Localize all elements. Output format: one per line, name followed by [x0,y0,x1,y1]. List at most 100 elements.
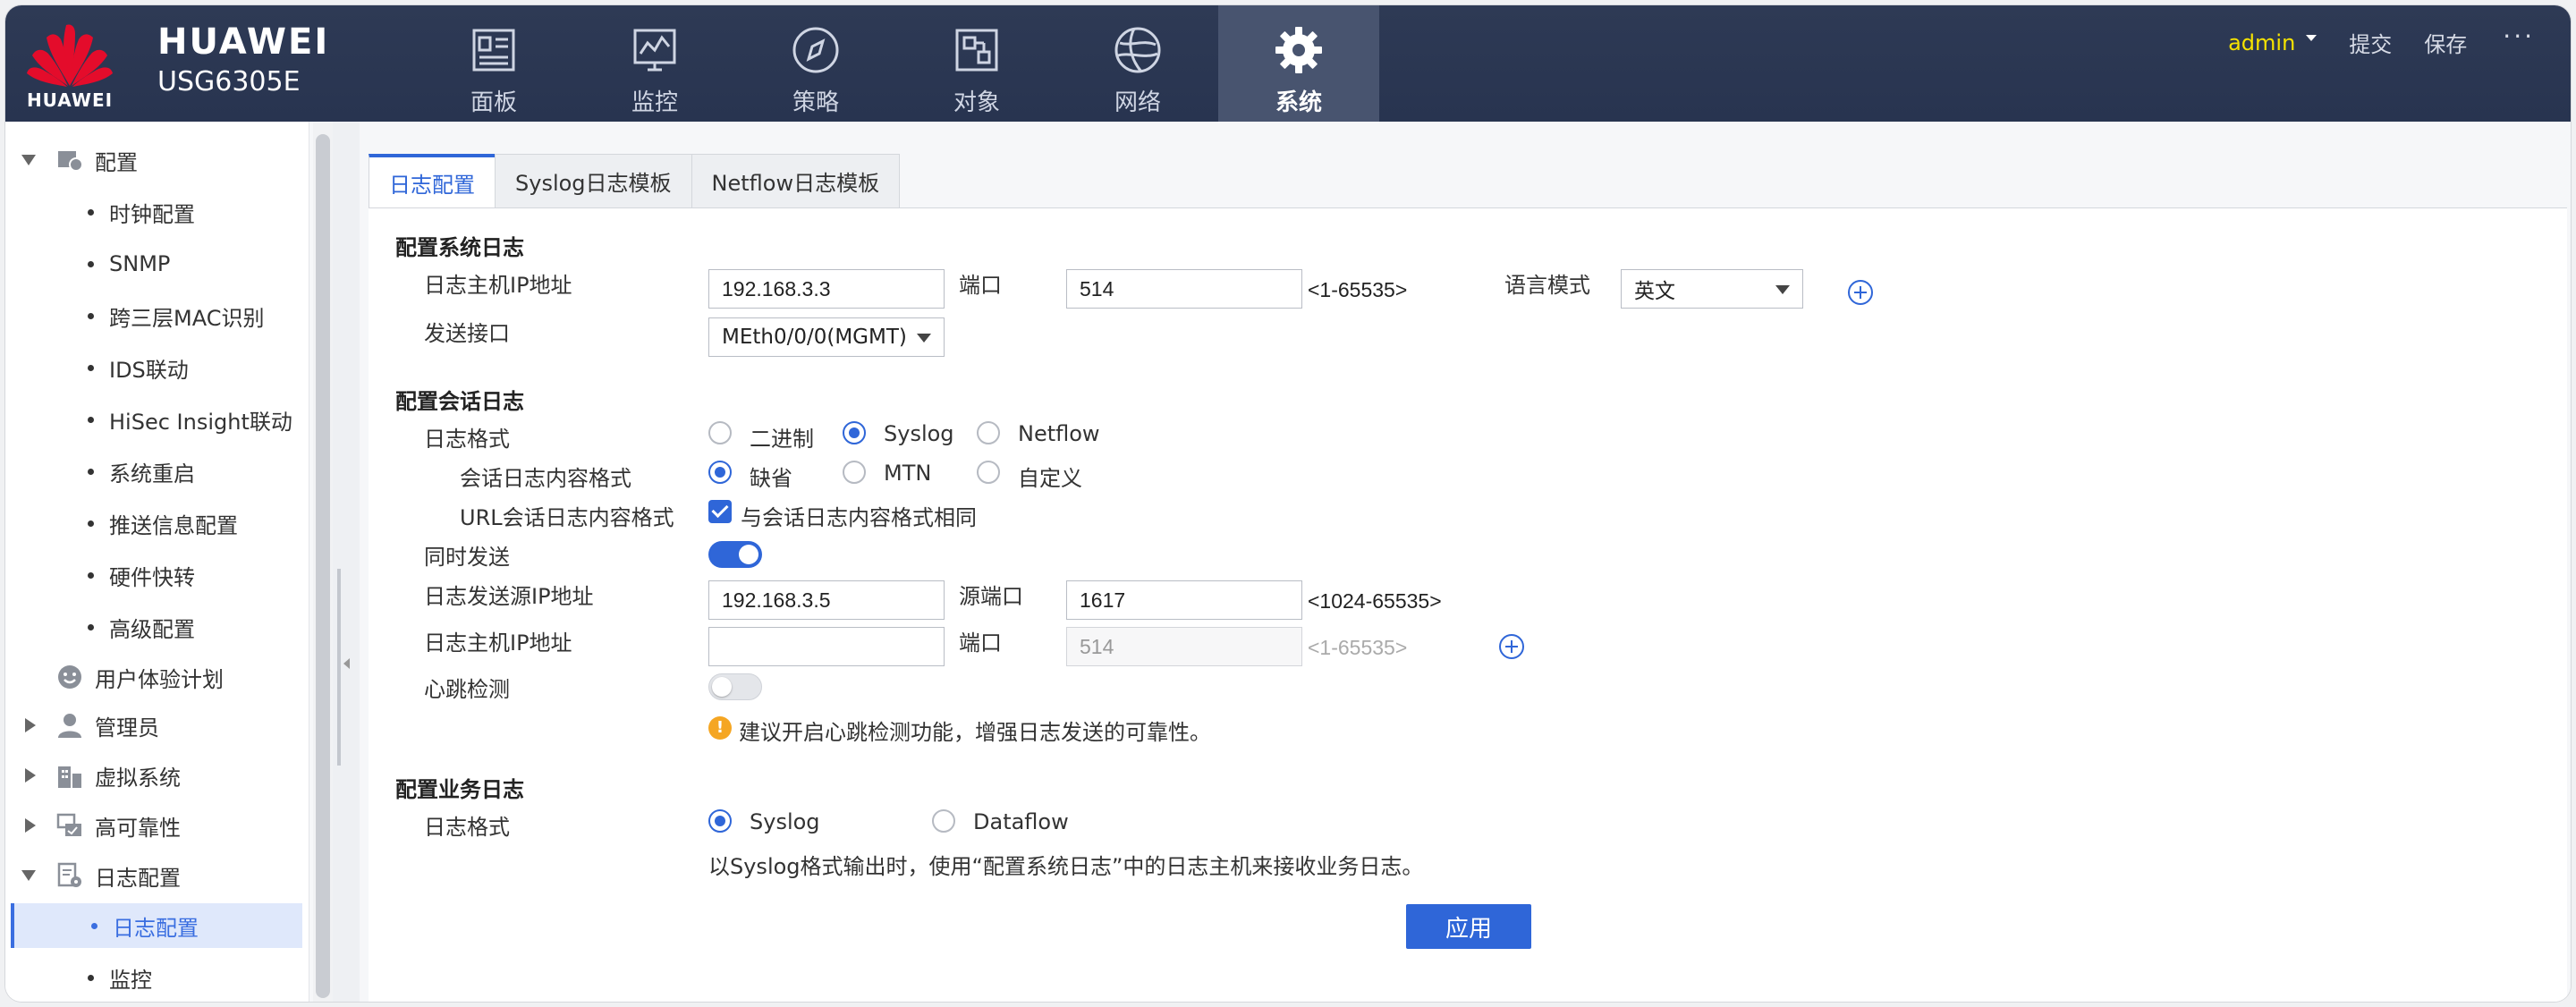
sys-port-label: 端口 [959,273,1002,298]
simul-send-toggle[interactable] [708,541,762,568]
sidebar-scrollbar[interactable] [313,122,333,1002]
bullet [88,623,94,630]
radio-mtn[interactable] [843,461,866,484]
sidebar-splitter[interactable] [333,122,360,1002]
nav-policy[interactable]: 策略 [735,5,896,122]
src-ip-input[interactable]: 192.168.3.5 [708,580,945,620]
submit-link[interactable]: 提交 [2349,27,2392,58]
tree-node-log-config[interactable]: 日志配置 [5,853,301,898]
tab-syslog-template[interactable]: Syslog日志模板 [495,154,692,207]
tree-item-advanced[interactable]: 高级配置 [5,605,301,649]
bullet [88,520,94,527]
expand-right-icon[interactable] [25,818,36,833]
config-icon [58,151,83,172]
session-host-ip-label: 日志主机IP地址 [424,630,572,656]
send-iface-select[interactable]: MEth0/0/0(MGMT) [708,317,945,357]
url-format-label: URL会话日志内容格式 [460,505,674,530]
policy-icon [792,27,839,73]
bullet [88,468,94,475]
expand-right-icon[interactable] [25,768,36,783]
tree-label: 系统重启 [109,461,195,487]
tree-label: 虚拟系统 [95,765,181,791]
chevron-down-icon [1775,285,1790,294]
tree-item-ids[interactable]: IDS联动 [5,345,301,390]
radio-custom[interactable] [977,461,1000,484]
tree-item-hisec[interactable]: HiSec Insight联动 [5,397,301,442]
expand-down-icon[interactable] [21,870,36,881]
tree-node-ux-plan[interactable]: 用户体验计划 [5,655,301,699]
splitter-handle[interactable] [337,569,341,766]
main-content: 日志配置 Syslog日志模板 Netflow日志模板 配置系统日志 日志主机I… [360,122,2571,1002]
tree-item-push[interactable]: 推送信息配置 [5,501,301,546]
tree-node-admin[interactable]: 管理员 [5,703,301,748]
radio-syslog[interactable] [843,421,866,444]
tree-label: 用户体验计划 [95,666,224,692]
tab-bar: 日志配置 Syslog日志模板 Netflow日志模板 [369,154,901,207]
tree-item-reboot[interactable]: 系统重启 [5,449,301,494]
radio-biz-dataflow[interactable] [932,809,955,833]
bullet [88,571,94,579]
tab-netflow-template[interactable]: Netflow日志模板 [691,154,901,207]
sys-host-ip-label: 日志主机IP地址 [424,273,572,298]
tab-log-config[interactable]: 日志配置 [369,154,496,207]
tree-label: 管理员 [95,715,159,740]
save-link[interactable]: 保存 [2424,27,2467,58]
add-host-icon[interactable] [1848,280,1873,305]
scroll-thumb[interactable] [316,134,330,998]
tree-node-config[interactable]: 配置 [5,138,301,182]
radio-default[interactable] [708,461,732,484]
apply-button[interactable]: 应用 [1406,904,1531,949]
add-session-host-icon[interactable] [1499,634,1524,659]
tree-node-vsys[interactable]: 虚拟系统 [5,753,301,798]
collapse-left-icon[interactable] [343,658,350,669]
tree-label: 硬件快转 [109,564,195,590]
nav-dashboard[interactable]: 面板 [413,5,574,122]
sidebar-tree: 配置 时钟配置 SNMP 跨三层MAC识别 IDS联动 HiSec Insigh… [5,122,309,1002]
radio-default-label: 缺省 [750,466,792,491]
radio-binary[interactable] [708,421,732,444]
expand-down-icon[interactable] [21,155,36,165]
session-port-input[interactable]: 514 [1066,627,1302,666]
nav-object[interactable]: 对象 [896,5,1057,122]
session-host-ip-input[interactable] [708,627,945,666]
dashboard-icon [472,29,515,72]
sys-host-ip-input[interactable]: 192.168.3.3 [708,269,945,309]
expand-right-icon[interactable] [25,718,36,732]
heartbeat-toggle[interactable] [708,673,762,700]
tree-item-log-config[interactable]: 日志配置 [11,903,302,948]
session-port-range: <1-65535> [1308,636,1408,659]
src-port-input[interactable]: 1617 [1066,580,1302,620]
tree-item-hwfast[interactable]: 硬件快转 [5,553,301,597]
src-port-label: 源端口 [959,584,1023,609]
radio-biz-dataflow-label: Dataflow [973,809,1069,834]
tree-label: 日志配置 [113,915,199,941]
url-same-checkbox[interactable] [708,500,732,523]
radio-netflow[interactable] [977,421,1000,444]
src-ip-label: 日志发送源IP地址 [424,584,594,609]
chevron-down-icon [917,334,931,343]
nav-monitor[interactable]: 监控 [574,5,735,122]
nav-network[interactable]: 网络 [1057,5,1218,122]
user-menu[interactable]: admin [2228,30,2318,55]
sys-port-input[interactable]: 514 [1066,269,1302,309]
tree-label: SNMP [109,251,171,276]
tree-node-ha[interactable]: 高可靠性 [5,803,301,848]
bullet [88,208,94,216]
send-iface-value: MEth0/0/0(MGMT) [722,326,907,349]
tree-item-snmp[interactable]: SNMP [5,241,301,286]
radio-biz-syslog[interactable] [708,809,732,833]
bullet [88,974,94,981]
lang-mode-select[interactable]: 英文 [1621,269,1803,309]
network-icon [1114,27,1161,73]
tree-item-clock[interactable]: 时钟配置 [5,190,301,234]
nav-system[interactable]: 系统 [1218,5,1379,122]
simul-send-label: 同时发送 [424,545,510,570]
biz-format-label: 日志格式 [424,815,510,840]
more-icon[interactable]: ··· [2503,21,2535,51]
bullet [88,364,94,371]
bullet [88,312,94,319]
tree-label: IDS联动 [109,357,189,383]
src-port-range: <1024-65535> [1308,589,1442,613]
tree-item-log-monitor[interactable]: 监控 [5,955,301,1000]
tree-item-mac[interactable]: 跨三层MAC识别 [5,293,301,338]
